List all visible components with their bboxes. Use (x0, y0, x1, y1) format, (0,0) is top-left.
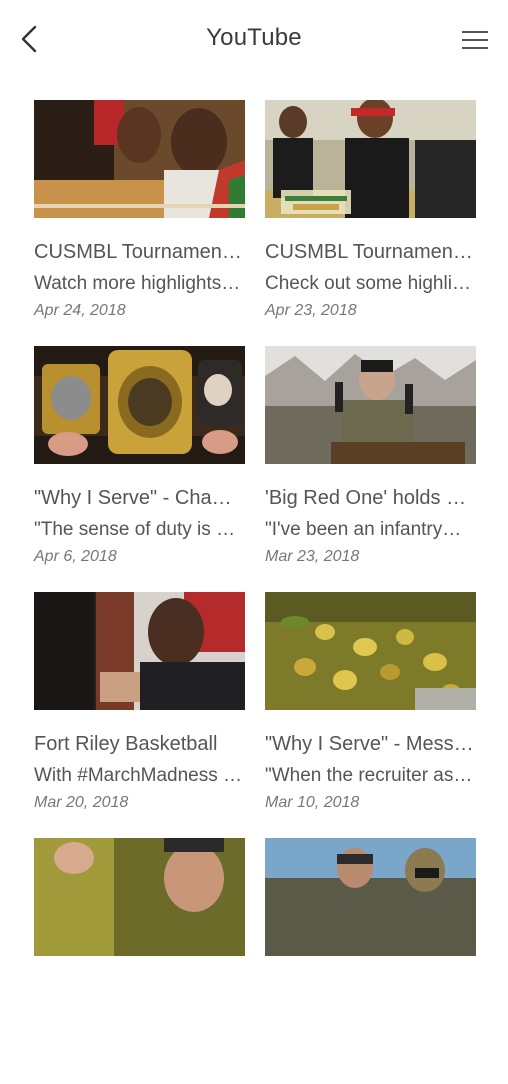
video-date: Mar 20, 2018 (34, 794, 129, 811)
video-thumbnail[interactable] (265, 100, 476, 218)
video-description: "When the recruiter asked me (265, 765, 476, 786)
video-date: Mar 10, 2018 (265, 794, 360, 811)
basketball-players-image (34, 100, 245, 218)
video-date: Apr 23, 2018 (265, 302, 357, 319)
championship-belt-image (34, 346, 245, 464)
food-tray-image (265, 592, 476, 710)
team-lineup-image (265, 100, 476, 218)
video-date: Apr 24, 2018 (34, 302, 126, 319)
video-card[interactable]: CUSMBL Tournament Highlights Watch more … (34, 100, 245, 346)
video-card[interactable] (34, 838, 245, 1084)
video-card[interactable]: CUSMBL Tournament Championship Check out… (265, 100, 476, 346)
video-date: Mar 23, 2018 (265, 548, 360, 565)
video-description: Check out some highlights (265, 273, 476, 294)
video-card[interactable]: Fort Riley Basketball With #MarchMadness… (34, 592, 245, 838)
menu-button[interactable] (460, 24, 490, 56)
video-description: "I've been an infantryman (265, 519, 476, 540)
page-title: YouTube (206, 24, 302, 51)
video-title[interactable]: "Why I Serve" - Mess Sergeant (265, 731, 476, 757)
video-title[interactable]: Fort Riley Basketball (34, 731, 245, 757)
video-card[interactable] (265, 838, 476, 1084)
video-title[interactable]: CUSMBL Tournament Highlights (34, 239, 245, 265)
video-thumbnail[interactable] (34, 592, 245, 710)
video-thumbnail[interactable] (265, 346, 476, 464)
top-bar: YouTube (0, 0, 508, 78)
video-description: Watch more highlights from the tournamen… (34, 273, 245, 294)
video-title[interactable]: CUSMBL Tournament Championship (265, 239, 476, 265)
video-thumbnail[interactable] (34, 838, 245, 956)
soldiers-field-image (265, 838, 476, 956)
video-description: With #MarchMadness underway (34, 765, 245, 786)
video-thumbnail[interactable] (265, 592, 476, 710)
video-card[interactable]: "Why I Serve" - Mess Sergeant "When the … (265, 592, 476, 838)
video-thumbnail[interactable] (34, 100, 245, 218)
video-description: "The sense of duty is what drives me (34, 519, 245, 540)
video-thumbnail[interactable] (34, 346, 245, 464)
referee-image (34, 838, 245, 956)
soldier-podium-image (265, 346, 476, 464)
video-title[interactable]: "Why I Serve" - Champion (34, 485, 245, 511)
video-title[interactable]: 'Big Red One' holds ceremony (265, 485, 476, 511)
video-date: Apr 6, 2018 (34, 548, 117, 565)
video-thumbnail[interactable] (265, 838, 476, 956)
coach-image (34, 592, 245, 710)
video-card[interactable]: 'Big Red One' holds ceremony "I've been … (265, 346, 476, 592)
video-grid: CUSMBL Tournament Highlights Watch more … (34, 100, 476, 1084)
video-card[interactable]: "Why I Serve" - Champion "The sense of d… (34, 346, 245, 592)
hamburger-menu-icon (462, 31, 488, 49)
